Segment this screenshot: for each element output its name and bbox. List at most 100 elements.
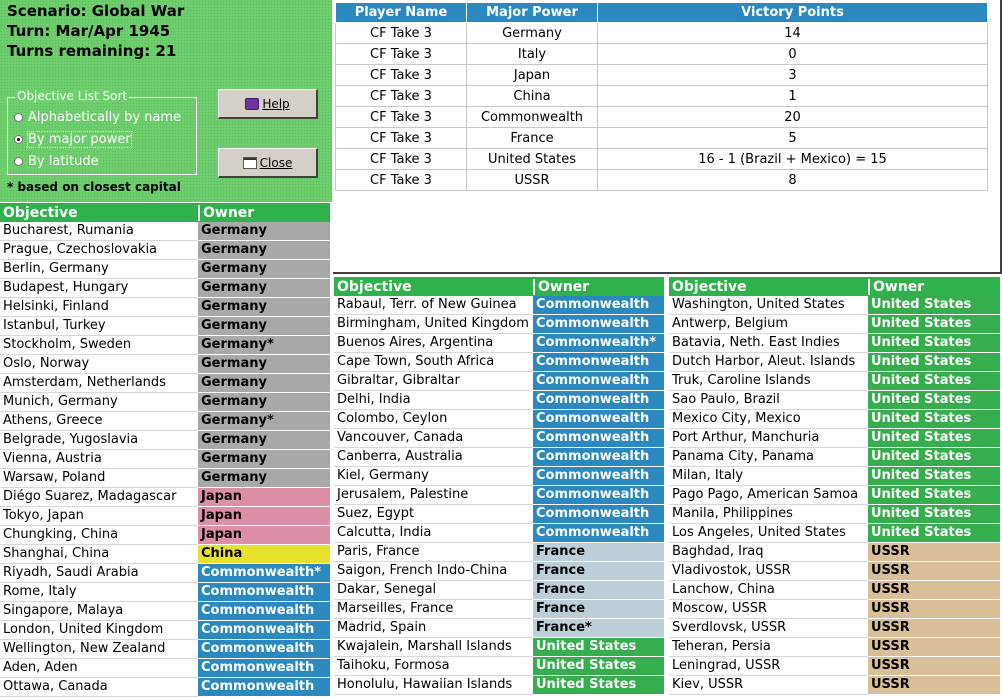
vp-header-points: Victory Points: [597, 2, 988, 23]
vp-row: CF Take 3 Italy 0: [335, 43, 988, 65]
objective-owner: United States: [868, 391, 1000, 410]
objective-owner: Commonwealth: [533, 486, 664, 505]
objective-row: Rabaul, Terr. of New Guinea Commonwealth: [334, 296, 664, 315]
objective-owner: Commonwealth: [533, 315, 664, 334]
objective-row: Panama City, Panama United States: [669, 448, 1000, 467]
objective-row: Suez, Egypt Commonwealth: [334, 505, 664, 524]
objective-row: Moscow, USSR USSR: [669, 600, 1000, 619]
objective-owner: France: [533, 562, 664, 581]
objective-name: Milan, Italy: [669, 467, 868, 486]
objective-owner: Commonwealth: [533, 448, 664, 467]
sort-major-power-radio[interactable]: By major power: [14, 131, 132, 148]
objective-name: Panama City, Panama: [669, 448, 868, 467]
objective-row: Amsterdam, Netherlands Germany: [0, 374, 330, 393]
close-button[interactable]: Close: [218, 148, 318, 178]
objective-name: Gibraltar, Gibraltar: [334, 372, 533, 391]
objective-row: Diégo Suarez, Madagascar Japan: [0, 488, 330, 507]
objective-row: Canberra, Australia Commonwealth: [334, 448, 664, 467]
objective-name: Tokyo, Japan: [0, 507, 198, 526]
help-book-icon: [245, 97, 260, 110]
vp-player-cell: CF Take 3: [335, 22, 467, 44]
objective-name: Los Angeles, United States: [669, 524, 868, 543]
objective-row: Athens, Greece Germany*: [0, 412, 330, 431]
radio-button-icon[interactable]: [14, 113, 23, 122]
objective-name: Sverdlovsk, USSR: [669, 619, 868, 638]
objective-row: Vladivostok, USSR USSR: [669, 562, 1000, 581]
objective-row: Berlin, Germany Germany: [0, 260, 330, 279]
objective-row: Munich, Germany Germany: [0, 393, 330, 412]
vp-power-cell: Germany: [466, 22, 598, 44]
objective-owner: France: [533, 543, 664, 562]
objective-owner: United States: [868, 410, 1000, 429]
sort-alphabetical-radio[interactable]: Alphabetically by name: [14, 110, 181, 125]
objective-owner: United States: [868, 372, 1000, 391]
objective-list-header: Objective Owner: [334, 277, 664, 296]
objective-owner: Commonwealth*: [533, 334, 664, 353]
vp-row: CF Take 3 Japan 3: [335, 64, 988, 86]
objective-name: Bucharest, Rumania: [0, 222, 198, 241]
objective-row: Truk, Caroline Islands United States: [669, 372, 1000, 391]
objective-owner: Commonwealth: [533, 429, 664, 448]
objective-row: Dakar, Senegal France: [334, 581, 664, 600]
help-button[interactable]: Help: [218, 89, 318, 119]
objective-name: Sao Paulo, Brazil: [669, 391, 868, 410]
objective-owner: Commonwealth: [198, 640, 330, 659]
objective-row: Milan, Italy United States: [669, 467, 1000, 486]
objective-name: Wellington, New Zealand: [0, 640, 198, 659]
objective-name: Honolulu, Hawaiian Islands: [334, 676, 533, 695]
objective-row: Saigon, French Indo-China France: [334, 562, 664, 581]
objective-row: Paris, France France: [334, 543, 664, 562]
objective-name: Moscow, USSR: [669, 600, 868, 619]
objective-name: Belgrade, Yugoslavia: [0, 431, 198, 450]
objective-name: Pago Pago, American Samoa: [669, 486, 868, 505]
vp-points-cell: 5: [597, 127, 988, 149]
objective-row: Rome, Italy Commonwealth: [0, 583, 330, 602]
objective-name: Jerusalem, Palestine: [334, 486, 533, 505]
objective-name: Madrid, Spain: [334, 619, 533, 638]
objective-owner: Commonwealth*: [198, 564, 330, 583]
objective-owner: Commonwealth: [533, 467, 664, 486]
objective-name: Washington, United States: [669, 296, 868, 315]
objective-owner: Commonwealth: [533, 505, 664, 524]
vp-player-cell: CF Take 3: [335, 85, 467, 107]
objective-row: Delhi, India Commonwealth: [334, 391, 664, 410]
vp-power-cell: France: [466, 127, 598, 149]
close-window-icon: [242, 156, 257, 169]
objective-owner: Germany: [198, 393, 330, 412]
scenario-name: Scenario: Global War: [7, 2, 185, 20]
objective-list-3: Objective Owner Washington, United States U…: [669, 277, 1000, 695]
objective-owner: France*: [533, 619, 664, 638]
objective-name: Batavia, Neth. East Indies: [669, 334, 868, 353]
objective-row: Manila, Philippines United States: [669, 505, 1000, 524]
objective-row: Antwerp, Belgium United States: [669, 315, 1000, 334]
objective-row: Stockholm, Sweden Germany*: [0, 336, 330, 355]
objective-name: Manila, Philippines: [669, 505, 868, 524]
objective-row: Oslo, Norway Germany: [0, 355, 330, 374]
objective-name: Buenos Aires, Argentina: [334, 334, 533, 353]
sort-latitude-radio[interactable]: By latitude: [14, 154, 99, 169]
vp-points-cell: 0: [597, 43, 988, 65]
objective-owner: Commonwealth: [198, 621, 330, 640]
objective-owner: Commonwealth: [198, 659, 330, 678]
objective-name: Rabaul, Terr. of New Guinea: [334, 296, 533, 315]
objective-owner: United States: [868, 429, 1000, 448]
objective-list-header: Objective Owner: [669, 277, 1000, 296]
capital-footnote: * based on closest capital: [7, 180, 181, 194]
objective-row: Kiev, USSR USSR: [669, 676, 1000, 695]
objective-name: Rome, Italy: [0, 583, 198, 602]
objective-name: Diégo Suarez, Madagascar: [0, 488, 198, 507]
objective-owner: USSR: [868, 657, 1000, 676]
radio-button-checked-icon[interactable]: [14, 135, 23, 144]
objective-name: Kwajalein, Marshall Islands: [334, 638, 533, 657]
objective-name: Kiev, USSR: [669, 676, 868, 695]
objective-owner: United States: [868, 353, 1000, 372]
objective-name: Saigon, French Indo-China: [334, 562, 533, 581]
objective-row: Vancouver, Canada Commonwealth: [334, 429, 664, 448]
objective-column-header: Objective: [672, 278, 747, 295]
objective-name: Berlin, Germany: [0, 260, 198, 279]
objective-owner: USSR: [868, 676, 1000, 695]
radio-button-icon[interactable]: [14, 157, 23, 166]
objective-owner: Japan: [198, 507, 330, 526]
objective-row: Mexico City, Mexico United States: [669, 410, 1000, 429]
objective-owner: United States: [533, 676, 664, 695]
